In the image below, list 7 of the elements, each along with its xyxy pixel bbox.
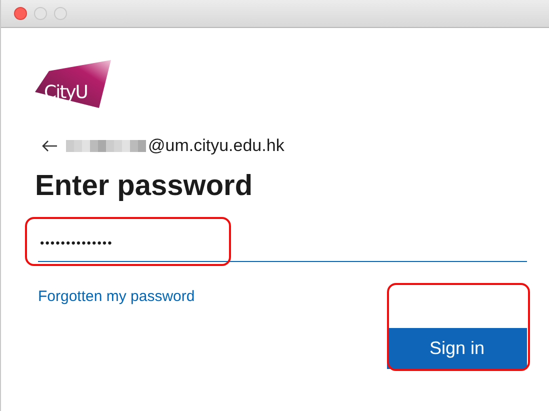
back-arrow-icon[interactable]	[42, 140, 58, 152]
forgot-password-link[interactable]: Forgotten my password	[38, 288, 195, 305]
sign-in-button[interactable]: Sign in	[387, 328, 527, 369]
password-field[interactable]: ••••••••••••••	[38, 225, 527, 262]
page-heading: Enter password	[35, 170, 254, 203]
close-button[interactable]	[14, 7, 27, 20]
account-email: @um.cityu.edu.hk	[148, 136, 284, 156]
